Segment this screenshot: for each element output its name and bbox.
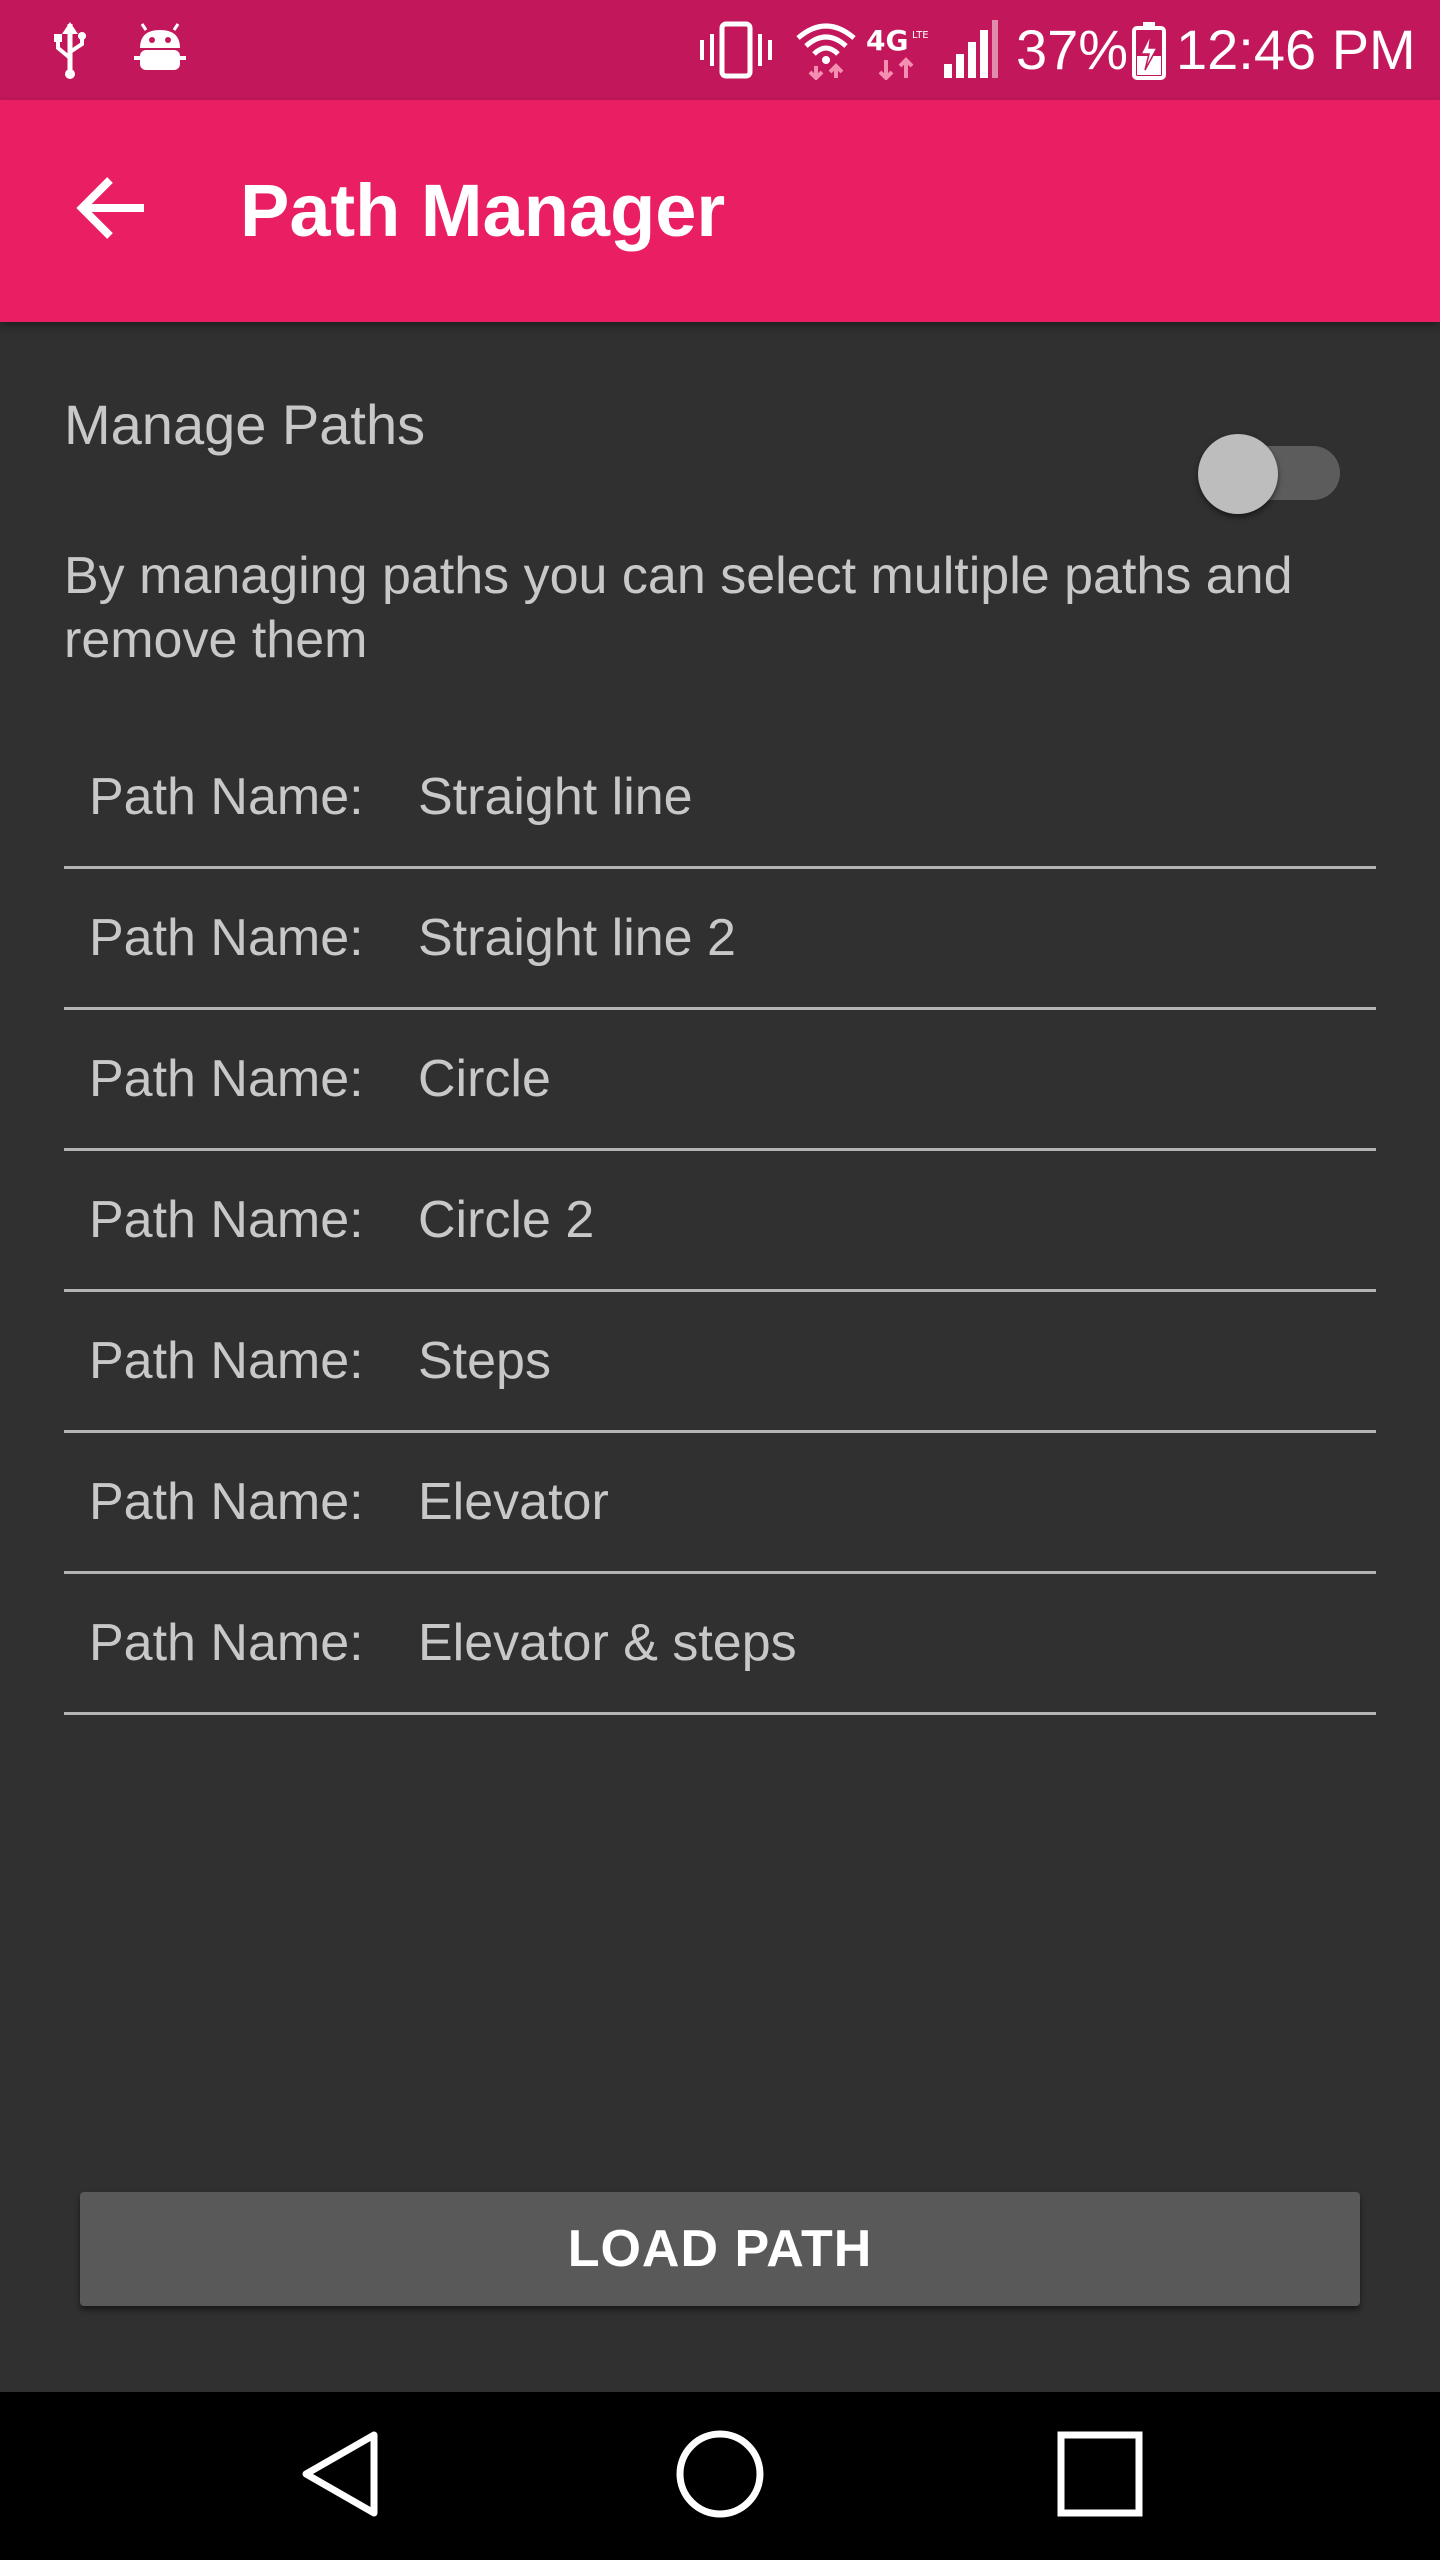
path-name-label: Path Name: bbox=[89, 1473, 364, 1531]
path-name-label: Path Name: bbox=[89, 768, 364, 826]
battery-charging-icon bbox=[1130, 0, 1168, 100]
svg-text:LTE: LTE bbox=[912, 30, 929, 41]
path-row-circle-2[interactable]: Path Name: Circle 2 bbox=[64, 1151, 1376, 1292]
path-name-value: Circle bbox=[418, 1050, 551, 1108]
wifi-icon bbox=[796, 0, 856, 100]
page-title: Path Manager bbox=[240, 169, 726, 252]
path-name-value: Circle 2 bbox=[418, 1191, 595, 1249]
path-row-straight-line[interactable]: Path Name: Straight line bbox=[64, 728, 1376, 869]
path-name-value: Elevator & steps bbox=[418, 1614, 797, 1672]
toggle-thumb bbox=[1198, 434, 1278, 514]
manage-paths-description: By managing paths you can select multipl… bbox=[64, 547, 1293, 669]
android-debug-icon bbox=[130, 0, 190, 100]
app-bar: Path Manager bbox=[0, 100, 1440, 322]
4g-lte-icon: 4G LTE bbox=[866, 0, 936, 100]
path-name-value: Elevator bbox=[418, 1473, 609, 1531]
path-name-label: Path Name: bbox=[89, 1614, 364, 1672]
manage-paths-label: Manage Paths bbox=[64, 393, 426, 456]
path-row-circle[interactable]: Path Name: Circle bbox=[64, 1010, 1376, 1151]
arrow-back-icon bbox=[76, 176, 148, 245]
path-name-value: Steps bbox=[418, 1332, 551, 1390]
load-path-button[interactable]: LOAD PATH bbox=[80, 2192, 1360, 2306]
clock: 12:46 PM bbox=[1176, 18, 1416, 81]
status-bar: 4G LTE 37% 12:46 PM bbox=[0, 0, 1440, 100]
path-row-straight-line-2[interactable]: Path Name: Straight line 2 bbox=[64, 869, 1376, 1010]
signal-icon bbox=[940, 0, 1000, 100]
path-name-label: Path Name: bbox=[89, 1332, 364, 1390]
vibrate-icon bbox=[698, 0, 774, 100]
path-name-value: Straight line bbox=[418, 768, 693, 826]
nav-recents-button[interactable] bbox=[1010, 2392, 1190, 2560]
svg-text:4G: 4G bbox=[866, 24, 908, 57]
path-row-elevator-and-steps[interactable]: Path Name: Elevator & steps bbox=[64, 1574, 1376, 1715]
path-name-label: Path Name: bbox=[89, 909, 364, 967]
nav-back-button[interactable] bbox=[250, 2392, 430, 2560]
nav-recents-icon bbox=[1056, 2430, 1144, 2523]
manage-paths-toggle[interactable] bbox=[1198, 426, 1342, 514]
path-name-label: Path Name: bbox=[89, 1191, 364, 1249]
nav-back-icon bbox=[298, 2429, 382, 2524]
nav-home-icon bbox=[675, 2429, 765, 2524]
path-name-value: Straight line 2 bbox=[418, 909, 736, 967]
path-list: Path Name: Straight line Path Name: Stra… bbox=[64, 728, 1376, 1715]
usb-icon bbox=[48, 0, 92, 100]
path-row-steps[interactable]: Path Name: Steps bbox=[64, 1292, 1376, 1433]
back-button[interactable] bbox=[62, 160, 162, 260]
path-row-elevator[interactable]: Path Name: Elevator bbox=[64, 1433, 1376, 1574]
path-name-label: Path Name: bbox=[89, 1050, 364, 1108]
battery-percent: 37% bbox=[1016, 18, 1129, 81]
nav-home-button[interactable] bbox=[630, 2392, 810, 2560]
navigation-bar bbox=[0, 2392, 1440, 2560]
main-content: Manage Paths By managing paths you can s… bbox=[0, 322, 1440, 2392]
